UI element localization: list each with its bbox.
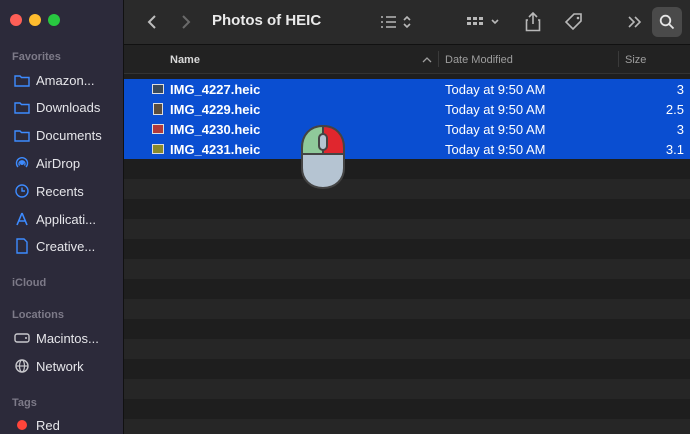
chevron-left-icon — [147, 15, 156, 29]
file-name: IMG_4229.heic — [170, 102, 261, 117]
clock-icon — [14, 183, 30, 199]
file-name: IMG_4227.heic — [170, 82, 261, 97]
search-icon — [659, 14, 675, 30]
file-name: IMG_4230.heic — [170, 122, 261, 137]
sidebar-item-label: Macintos... — [36, 330, 99, 346]
close-window-button[interactable] — [10, 14, 22, 26]
sidebar-item-label: Amazon... — [36, 72, 95, 88]
file-date: Today at 9:50 AM — [445, 122, 546, 137]
airdrop-icon — [14, 155, 30, 171]
chevron-right-icon — [182, 15, 191, 29]
column-divider[interactable] — [438, 51, 439, 67]
sidebar-item-label: Red — [36, 417, 60, 433]
image-thumbnail-icon — [153, 103, 163, 115]
sidebar-item-macintosh[interactable]: Macintos... — [14, 328, 122, 348]
toolbar: Photos of HEIC — [124, 0, 690, 45]
file-size: 2.5 — [665, 102, 684, 117]
empty-row — [124, 419, 690, 434]
disk-icon — [14, 330, 30, 346]
main-pane: Photos of HEIC Name Date Modified Size I… — [124, 0, 690, 434]
applications-icon — [14, 211, 30, 227]
sidebar-item-recents[interactable]: Recents — [14, 181, 122, 201]
finder-window: Favorites Amazon... Downloads Documents … — [0, 0, 690, 434]
image-thumbnail-icon — [152, 144, 164, 154]
sidebar-item-label: Documents — [36, 127, 102, 143]
file-size: 3 — [676, 82, 684, 97]
file-name: IMG_4231.heic — [170, 142, 261, 157]
view-options-button[interactable] — [378, 11, 414, 33]
empty-row — [124, 259, 690, 279]
empty-row — [124, 179, 690, 199]
file-size: 3 — [676, 122, 684, 137]
sidebar-item-label: Downloads — [36, 99, 101, 115]
sidebar-item-amazon[interactable]: Amazon... — [14, 70, 122, 90]
sidebar-section-tags: Tags — [12, 397, 37, 409]
image-thumbnail-icon — [152, 124, 164, 134]
zoom-window-button[interactable] — [48, 14, 60, 26]
search-button[interactable] — [652, 7, 682, 37]
sidebar: Favorites Amazon... Downloads Documents … — [0, 0, 124, 434]
file-list: IMG_4227.heic Today at 9:50 AM 3 IMG_422… — [124, 74, 690, 434]
file-row[interactable]: IMG_4227.heic Today at 9:50 AM 3 — [124, 79, 690, 99]
sidebar-section-locations: Locations — [12, 309, 64, 321]
sidebar-item-label: Network — [36, 358, 84, 374]
sidebar-item-documents[interactable]: Documents — [14, 125, 122, 145]
tag-icon — [564, 13, 582, 31]
column-divider[interactable] — [618, 51, 619, 67]
folder-icon — [14, 72, 30, 88]
sidebar-item-label: Creative... — [36, 238, 96, 254]
forward-button[interactable] — [176, 11, 196, 33]
minimize-window-button[interactable] — [29, 14, 41, 26]
document-icon — [14, 238, 30, 254]
column-header-date-modified[interactable]: Date Modified — [445, 54, 513, 66]
file-date: Today at 9:50 AM — [445, 142, 546, 157]
window-title: Photos of HEIC — [212, 12, 322, 29]
empty-row — [124, 299, 690, 319]
sidebar-item-airdrop[interactable]: AirDrop — [14, 153, 122, 173]
sidebar-item-creative[interactable]: Creative... — [14, 236, 122, 256]
double-chevron-right-icon — [628, 16, 642, 28]
folder-icon — [14, 127, 30, 143]
sidebar-section-icloud: iCloud — [12, 277, 47, 289]
empty-row — [124, 379, 690, 399]
sidebar-item-applications[interactable]: Applicati... — [14, 209, 122, 229]
network-icon — [14, 358, 30, 374]
empty-row — [124, 339, 690, 359]
tags-button[interactable] — [562, 11, 586, 33]
sidebar-item-label: Applicati... — [36, 211, 96, 227]
file-date: Today at 9:50 AM — [445, 102, 546, 117]
group-button[interactable] — [466, 11, 502, 33]
file-row[interactable]: IMG_4231.heic Today at 9:50 AM 3.1 — [124, 139, 690, 159]
file-row[interactable]: IMG_4230.heic Today at 9:50 AM 3 — [124, 119, 690, 139]
grid-group-icon — [467, 17, 499, 25]
column-header-name[interactable]: Name — [170, 54, 200, 66]
share-button[interactable] — [522, 11, 544, 33]
column-header-row: Name Date Modified Size — [124, 45, 690, 74]
sort-chevron-up-icon — [422, 57, 432, 63]
sidebar-item-downloads[interactable]: Downloads — [14, 97, 122, 117]
sidebar-section-favorites: Favorites — [12, 51, 61, 63]
file-row[interactable]: IMG_4229.heic Today at 9:50 AM 2.5 — [124, 99, 690, 119]
empty-row — [124, 219, 690, 239]
more-toolbar-button[interactable] — [626, 11, 644, 33]
sidebar-item-label: Recents — [36, 183, 84, 199]
back-button[interactable] — [142, 11, 162, 33]
sidebar-item-network[interactable]: Network — [14, 356, 122, 376]
folder-icon — [14, 99, 30, 115]
file-date: Today at 9:50 AM — [445, 82, 546, 97]
column-header-size[interactable]: Size — [625, 54, 646, 66]
list-view-icon — [381, 15, 411, 29]
image-thumbnail-icon — [152, 84, 164, 94]
sidebar-item-tag-red[interactable]: Red — [14, 415, 122, 434]
tag-color-dot — [14, 417, 30, 433]
window-controls — [10, 14, 60, 26]
mouse-right-click-icon — [301, 124, 345, 190]
sidebar-item-label: AirDrop — [36, 155, 81, 171]
file-size: 3.1 — [665, 142, 684, 157]
share-icon — [525, 12, 541, 32]
